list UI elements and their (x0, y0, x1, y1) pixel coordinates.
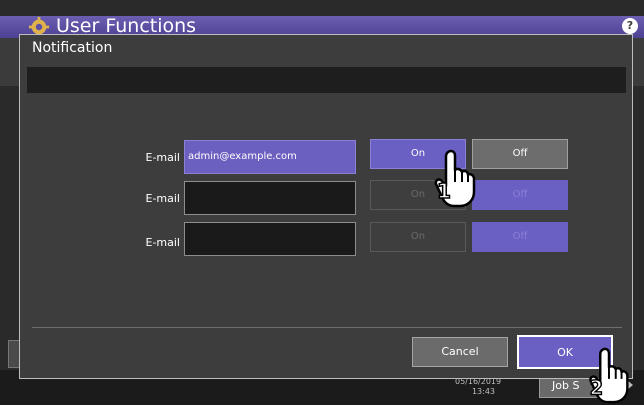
step-2-number: 2 (590, 376, 603, 399)
step-1-number: 1 (437, 179, 451, 203)
help-icon[interactable]: ? (622, 18, 638, 34)
email-field-1[interactable]: admin@example.com (184, 140, 356, 174)
hand-pointer-icon: 1 (434, 149, 476, 208)
hand-pointer-icon: 2 (589, 347, 629, 404)
on-button-3[interactable]: On (370, 222, 466, 252)
off-button-3[interactable]: Off (472, 222, 568, 252)
divider (32, 327, 622, 328)
email-label: E-mail (145, 192, 181, 205)
email-label: E-mail (145, 151, 181, 164)
off-button-1[interactable]: Off (472, 139, 568, 169)
email-field-3[interactable] (184, 222, 356, 256)
screen: User Functions ? 05/16/2019 13:43 Job S … (0, 0, 644, 405)
time-text: 13:43 (471, 387, 495, 396)
email-label: E-mail (145, 236, 181, 249)
message-bar (27, 67, 626, 93)
datetime: 05/16/2019 13:43 (455, 377, 501, 397)
email-field-2[interactable] (184, 181, 356, 215)
dialog-title: Notification (32, 40, 113, 56)
cancel-button[interactable]: Cancel (412, 337, 508, 367)
notification-dialog: Notification E-mail admin@example.com On… (19, 34, 633, 379)
off-button-2[interactable]: Off (472, 180, 568, 210)
